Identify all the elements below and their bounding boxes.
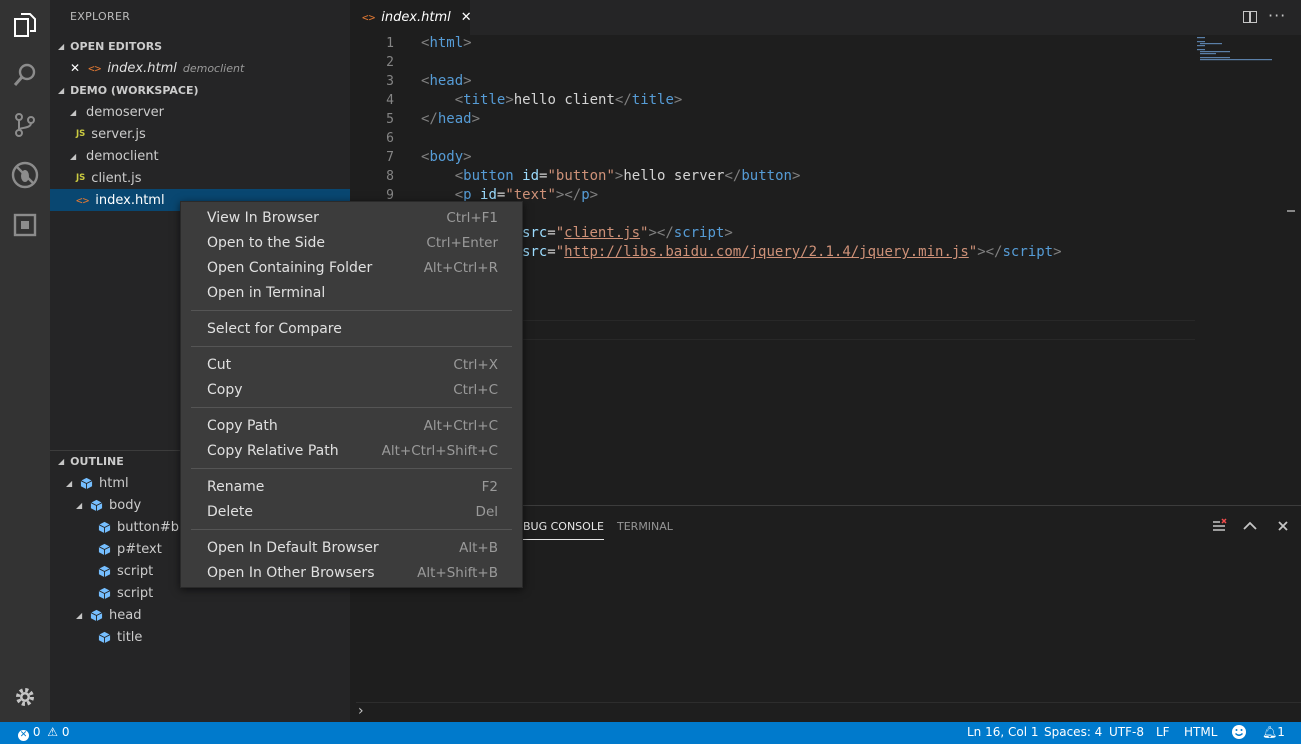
line-number: 2 xyxy=(386,55,394,70)
menu-separator xyxy=(191,407,512,408)
scrollbar-marker xyxy=(1287,210,1295,212)
line-number: 6 xyxy=(386,131,394,146)
menu-item-view-in-browser[interactable]: View In Browser Ctrl+F1 xyxy=(181,205,522,230)
line-number: 4 xyxy=(386,93,394,108)
warning-icon: ⚠ xyxy=(47,725,59,739)
gear-icon[interactable] xyxy=(0,672,50,722)
open-editor-item[interactable]: ✕ <> index.html democlient xyxy=(50,57,350,79)
notifications[interactable]: 🔔︎1 xyxy=(1262,725,1285,739)
html-file-icon: <> xyxy=(88,61,102,75)
symbol-element-icon xyxy=(98,543,111,555)
activity-bar xyxy=(0,0,50,722)
language-mode[interactable]: HTML xyxy=(1184,725,1217,739)
js-file-icon: JS xyxy=(76,173,86,183)
tab-index-html[interactable]: <> index.html ✕ xyxy=(350,0,472,35)
chevron-down-icon: ◢ xyxy=(70,107,77,117)
explorer-icon[interactable] xyxy=(0,0,50,50)
debug-icon[interactable] xyxy=(0,150,50,200)
menu-separator xyxy=(191,468,512,469)
close-icon[interactable] xyxy=(1274,518,1292,536)
menu-item-copy-path[interactable]: Copy Path Alt+Ctrl+C xyxy=(181,413,522,438)
symbol-element-icon xyxy=(90,609,103,621)
problems-indicator[interactable]: ✕ 0 ⚠ 0 xyxy=(18,725,70,741)
sidebar-title: EXPLORER xyxy=(70,10,131,23)
menu-item-open-in-other-browsers[interactable]: Open In Other Browsers Alt+Shift+B xyxy=(181,560,522,585)
line-number: 1 xyxy=(386,36,394,51)
code-line-5: </head> xyxy=(421,111,481,127)
code-line-1: <html> xyxy=(421,35,472,51)
chevron-down-icon: ◢ xyxy=(66,478,73,488)
console-input-prompt[interactable]: › xyxy=(356,702,1301,722)
chevron-down-icon: ◢ xyxy=(76,500,83,510)
symbol-element-icon xyxy=(98,565,111,577)
menu-item-open-in-terminal[interactable]: Open in Terminal xyxy=(181,280,522,305)
menu-item-open-in-default-browser[interactable]: Open In Default Browser Alt+B xyxy=(181,535,522,560)
symbol-element-icon xyxy=(98,631,111,643)
context-menu: View In Browser Ctrl+F1 Open to the Side Ct… xyxy=(180,201,523,588)
tab-debug-console[interactable]: BUG CONSOLE xyxy=(523,520,604,540)
chevron-down-icon: ◢ xyxy=(58,85,65,95)
html-file-icon: <> xyxy=(76,193,90,207)
chevron-down-icon: ◢ xyxy=(76,610,83,620)
bell-icon: 🔔︎ xyxy=(1262,725,1278,739)
outline-item[interactable]: title xyxy=(50,626,350,648)
chevron-down-icon: ◢ xyxy=(58,41,65,51)
menu-item-open-to-the-side[interactable]: Open to the Side Ctrl+Enter xyxy=(181,230,522,255)
code-line-3: <head> xyxy=(421,73,472,89)
menu-separator xyxy=(191,346,512,347)
menu-separator xyxy=(191,529,512,530)
code-line-4: <title>hello client</title> xyxy=(454,92,683,108)
search-icon[interactable] xyxy=(0,50,50,100)
js-file-icon: JS xyxy=(76,129,86,139)
menu-item-select-for-compare[interactable]: Select for Compare xyxy=(181,316,522,341)
chevron-down-icon: ◢ xyxy=(58,457,65,466)
source-control-icon[interactable] xyxy=(0,100,50,150)
line-number: 5 xyxy=(386,112,394,127)
end-of-line[interactable]: LF xyxy=(1156,725,1170,739)
cursor-position[interactable]: Ln 16, Col 1 xyxy=(967,725,1039,739)
outline-item[interactable]: ◢ head xyxy=(50,604,350,626)
tree-file-server-js[interactable]: JS server.js xyxy=(50,123,350,145)
html-file-icon: <> xyxy=(362,11,376,24)
menu-item-rename[interactable]: Rename F2 xyxy=(181,474,522,499)
code-line-11: src="http://libs.baidu.com/jquery/2.1.4/… xyxy=(522,244,1062,260)
more-actions-icon[interactable]: ··· xyxy=(1268,6,1286,25)
menu-item-open-containing-folder[interactable]: Open Containing Folder Alt+Ctrl+R xyxy=(181,255,522,280)
tree-file-client-js[interactable]: JS client.js xyxy=(50,167,350,189)
code-line-8: <button id="button">hello server</button… xyxy=(454,168,801,184)
symbol-element-icon xyxy=(90,499,103,511)
split-editor-icon[interactable] xyxy=(1243,11,1257,23)
close-icon[interactable]: ✕ xyxy=(70,61,80,75)
open-editors-header[interactable]: ◢ OPEN EDITORS xyxy=(50,35,350,57)
code-line-10: src="client.js"></script> xyxy=(522,225,733,241)
minimap[interactable] xyxy=(1195,35,1295,505)
workspace-header[interactable]: ◢ DEMO (WORKSPACE) xyxy=(50,79,350,101)
chevron-down-icon: ◢ xyxy=(70,151,77,161)
chevron-up-icon[interactable] xyxy=(1241,518,1259,536)
tree-folder-democlient[interactable]: ◢ democlient xyxy=(50,145,350,167)
symbol-element-icon xyxy=(98,521,111,533)
line-number: 8 xyxy=(386,169,394,184)
line-number: 7 xyxy=(386,150,394,165)
menu-item-copy-relative-path[interactable]: Copy Relative Path Alt+Ctrl+Shift+C xyxy=(181,438,522,463)
line-number: 3 xyxy=(386,74,394,89)
symbol-element-icon xyxy=(98,587,111,599)
menu-separator xyxy=(191,310,512,311)
menu-item-delete[interactable]: Delete Del xyxy=(181,499,522,524)
close-icon[interactable]: ✕ xyxy=(461,10,472,25)
symbol-element-icon xyxy=(80,477,93,489)
indentation[interactable]: Spaces: 4 xyxy=(1044,725,1102,739)
tab-terminal[interactable]: TERMINAL xyxy=(617,520,673,533)
encoding[interactable]: UTF-8 xyxy=(1109,725,1144,739)
extensions-icon[interactable] xyxy=(0,200,50,250)
status-bar: ✕ 0 ⚠ 0 Ln 16, Col 1 Spaces: 4 UTF-8 LF … xyxy=(0,722,1301,744)
menu-item-copy[interactable]: Copy Ctrl+C xyxy=(181,377,522,402)
clear-console-icon[interactable] xyxy=(1210,518,1228,536)
tree-folder-demoserver[interactable]: ◢ demoserver xyxy=(50,101,350,123)
editor-tabs: <> index.html ✕ ··· xyxy=(350,0,1301,35)
error-icon: ✕ xyxy=(18,730,29,741)
code-line-7: <body> xyxy=(421,149,472,165)
feedback-smiley-icon[interactable] xyxy=(1231,724,1247,743)
menu-item-cut[interactable]: Cut Ctrl+X xyxy=(181,352,522,377)
